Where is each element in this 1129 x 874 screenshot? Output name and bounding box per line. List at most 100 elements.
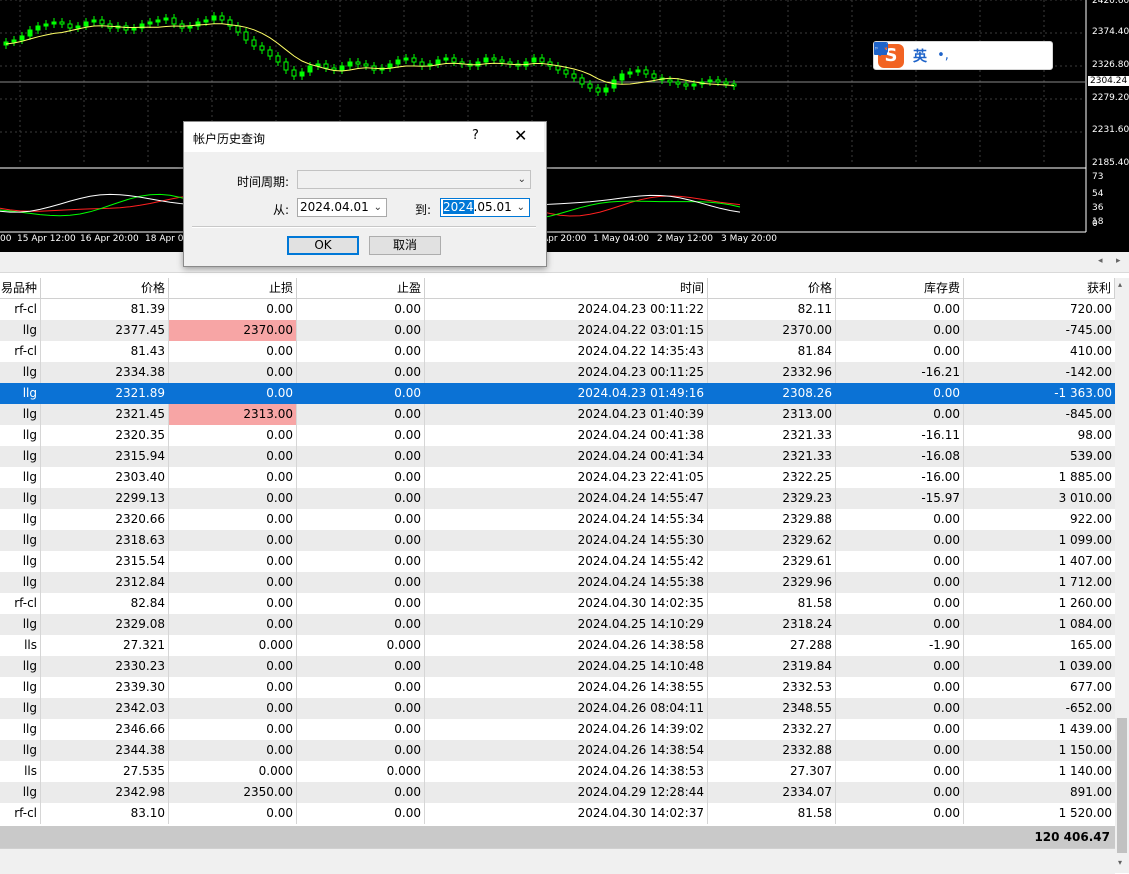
candle-body bbox=[243, 31, 249, 41]
vertical-scrollbar[interactable]: ▴ ▾ bbox=[1115, 278, 1129, 873]
candle-body bbox=[363, 63, 369, 67]
cancel-button[interactable]: 取消 bbox=[369, 236, 441, 255]
table-cell: 0.00 bbox=[169, 362, 297, 383]
candle-body bbox=[299, 71, 305, 77]
column-header[interactable]: 止损 bbox=[169, 278, 297, 299]
ime-mode-toggle[interactable]: 英 bbox=[913, 46, 927, 66]
table-cell: 2024.04.30 14:02:35 bbox=[425, 593, 708, 614]
table-row[interactable]: llg 2334.38 0.00 0.00 2024.04.23 00:11:25 233… bbox=[0, 362, 1115, 383]
ok-button[interactable]: OK bbox=[287, 236, 359, 255]
panel-splitter[interactable] bbox=[0, 252, 1129, 273]
table-cell: 0.00 bbox=[836, 656, 964, 677]
table-row[interactable]: llg 2339.30 0.00 0.00 2024.04.26 14:38:55 233… bbox=[0, 677, 1115, 698]
table-row[interactable]: llg 2320.35 0.00 0.00 2024.04.24 00:41:38 232… bbox=[0, 425, 1115, 446]
chevron-down-icon[interactable]: ⌄ bbox=[517, 199, 525, 216]
column-header[interactable]: 止盈 bbox=[297, 278, 425, 299]
table-cell: 0.00 bbox=[297, 446, 425, 467]
table-cell: 0.00 bbox=[836, 383, 964, 404]
price-chart[interactable]: 2420.60 2374.40 2326.80 2279.20 2231.60 2185.… bbox=[0, 0, 1129, 252]
table-row[interactable]: llg 2321.89 0.00 0.00 2024.04.23 01:49:16 230… bbox=[0, 383, 1115, 404]
table-row[interactable]: llg 2321.45 2313.00 0.00 2024.04.23 01:40:39… bbox=[0, 404, 1115, 425]
scrollbar-thumb[interactable] bbox=[1117, 718, 1127, 853]
skin-icon[interactable] bbox=[874, 42, 1019, 63]
table-cell: 2339.30 bbox=[41, 677, 169, 698]
table-row[interactable]: llg 2299.13 0.00 0.00 2024.04.24 14:55:47 232… bbox=[0, 488, 1115, 509]
table-cell: 0.00 bbox=[297, 698, 425, 719]
table-cell: 0.00 bbox=[297, 404, 425, 425]
candle-body bbox=[75, 25, 81, 29]
candle-body bbox=[259, 45, 265, 51]
close-button[interactable]: ✕ bbox=[514, 126, 527, 145]
from-date-picker[interactable]: 2024.04.01 ⌄ bbox=[297, 198, 387, 217]
table-row[interactable]: llg 2315.94 0.00 0.00 2024.04.24 00:41:34 232… bbox=[0, 446, 1115, 467]
column-header[interactable]: 获利 bbox=[964, 278, 1115, 299]
table-cell: 0.00 bbox=[836, 803, 964, 824]
table-cell: 0.00 bbox=[836, 719, 964, 740]
table-cell: 922.00 bbox=[1070, 512, 1112, 526]
table-cell: -16.21 bbox=[836, 362, 964, 383]
punctuation-icon[interactable]: •, bbox=[936, 48, 950, 63]
table-cell: 0.000 bbox=[297, 635, 425, 656]
table-row[interactable]: llg 2344.38 0.00 0.00 2024.04.26 14:38:54 233… bbox=[0, 740, 1115, 761]
from-date-value: 2024.04.01 bbox=[300, 200, 369, 214]
table-cell: 81.84 bbox=[708, 341, 836, 362]
table-cell: 3 010.00 bbox=[1058, 491, 1112, 505]
table-row[interactable]: llg 2346.66 0.00 0.00 2024.04.26 14:39:02 233… bbox=[0, 719, 1115, 740]
table-cell: llg bbox=[0, 740, 41, 761]
candle-body bbox=[579, 77, 585, 85]
dialog-titlebar[interactable]: 帐户历史查询 ? ✕ bbox=[184, 122, 544, 152]
table-row[interactable]: llg 2342.03 0.00 0.00 2024.04.26 08:04:11 234… bbox=[0, 698, 1115, 719]
table-cell: 81.58 bbox=[708, 593, 836, 614]
table-cell: llg bbox=[0, 509, 41, 530]
column-header[interactable]: 价格 bbox=[708, 278, 836, 299]
candle-body bbox=[283, 61, 289, 71]
help-button[interactable]: ? bbox=[472, 128, 479, 143]
table-row[interactable]: llg 2342.98 2350.00 0.00 2024.04.29 12:28:44… bbox=[0, 782, 1115, 803]
microphone-icon[interactable] bbox=[875, 42, 973, 63]
table-cell: 0.000 bbox=[169, 635, 297, 656]
table-row[interactable]: llg 2330.23 0.00 0.00 2024.04.25 14:10:48 231… bbox=[0, 656, 1115, 677]
column-header[interactable]: 易品种 bbox=[0, 278, 41, 299]
candle-body bbox=[571, 73, 577, 79]
table-row[interactable]: lls 27.321 0.000 0.000 2024.04.26 14:38:58 27… bbox=[0, 635, 1115, 656]
table-cell: 2320.66 bbox=[41, 509, 169, 530]
table-cell: 2332.27 bbox=[708, 719, 836, 740]
table-cell: 0.00 bbox=[297, 551, 425, 572]
table-cell: 1 099.00 bbox=[1058, 533, 1112, 547]
period-select[interactable]: ⌄ bbox=[297, 170, 531, 189]
table-row[interactable]: llg 2377.45 2370.00 0.00 2024.04.22 03:01:15… bbox=[0, 320, 1115, 341]
candle-body bbox=[203, 19, 209, 23]
table-row[interactable]: llg 2318.63 0.00 0.00 2024.04.24 14:55:30 232… bbox=[0, 530, 1115, 551]
table-row[interactable]: rf-cl 82.84 0.00 0.00 2024.04.30 14:02:35 81.… bbox=[0, 593, 1115, 614]
table-cell: 2318.63 bbox=[41, 530, 169, 551]
table-cell: 2315.54 bbox=[41, 551, 169, 572]
candle-body bbox=[147, 21, 153, 25]
table-row[interactable]: llg 2329.08 0.00 0.00 2024.04.25 14:10:29 231… bbox=[0, 614, 1115, 635]
table-row[interactable]: llg 2320.66 0.00 0.00 2024.04.24 14:55:34 232… bbox=[0, 509, 1115, 530]
keyboard-icon[interactable] bbox=[874, 42, 996, 63]
table-cell: -16.08 bbox=[836, 446, 964, 467]
scroll-up-icon[interactable]: ▴ bbox=[1118, 280, 1122, 289]
scroll-down-icon[interactable]: ▾ bbox=[1118, 858, 1122, 867]
table-row[interactable]: rf-cl 81.39 0.00 0.00 2024.04.23 00:11:22 82.… bbox=[0, 299, 1115, 320]
column-header[interactable]: 时间 bbox=[425, 278, 708, 299]
ime-toolbar[interactable]: S 英 •, bbox=[873, 41, 1053, 70]
table-cell: 2329.62 bbox=[708, 530, 836, 551]
scroll-right-icon[interactable]: ▸ bbox=[1116, 256, 1121, 266]
column-header[interactable]: 价格 bbox=[41, 278, 169, 299]
table-row[interactable]: llg 2312.84 0.00 0.00 2024.04.24 14:55:38 232… bbox=[0, 572, 1115, 593]
table-row[interactable]: lls 27.535 0.000 0.000 2024.04.26 14:38:53 27… bbox=[0, 761, 1115, 782]
to-date-picker[interactable]: 2024.05.01 ⌄ bbox=[440, 198, 530, 217]
table-cell: 0.00 bbox=[169, 488, 297, 509]
chevron-down-icon[interactable]: ⌄ bbox=[374, 199, 382, 216]
table-cell: 2024.04.26 14:38:58 bbox=[425, 635, 708, 656]
scroll-left-icon[interactable]: ◂ bbox=[1098, 256, 1103, 266]
column-header[interactable]: 库存费 bbox=[836, 278, 964, 299]
table-row[interactable]: rf-cl 81.43 0.00 0.00 2024.04.22 14:35:43 81.… bbox=[0, 341, 1115, 362]
toolbox-icon[interactable] bbox=[874, 42, 1042, 63]
table-row[interactable]: llg 2303.40 0.00 0.00 2024.04.23 22:41:05 232… bbox=[0, 467, 1115, 488]
table-header: 易品种 价格 止损 止盈 时间 价格 库存费 获利 bbox=[0, 278, 1115, 299]
time-tick-label: 00 bbox=[0, 234, 12, 244]
table-row[interactable]: llg 2315.54 0.00 0.00 2024.04.24 14:55:42 232… bbox=[0, 551, 1115, 572]
table-row[interactable]: rf-cl 83.10 0.00 0.00 2024.04.30 14:02:37 81.… bbox=[0, 803, 1115, 824]
